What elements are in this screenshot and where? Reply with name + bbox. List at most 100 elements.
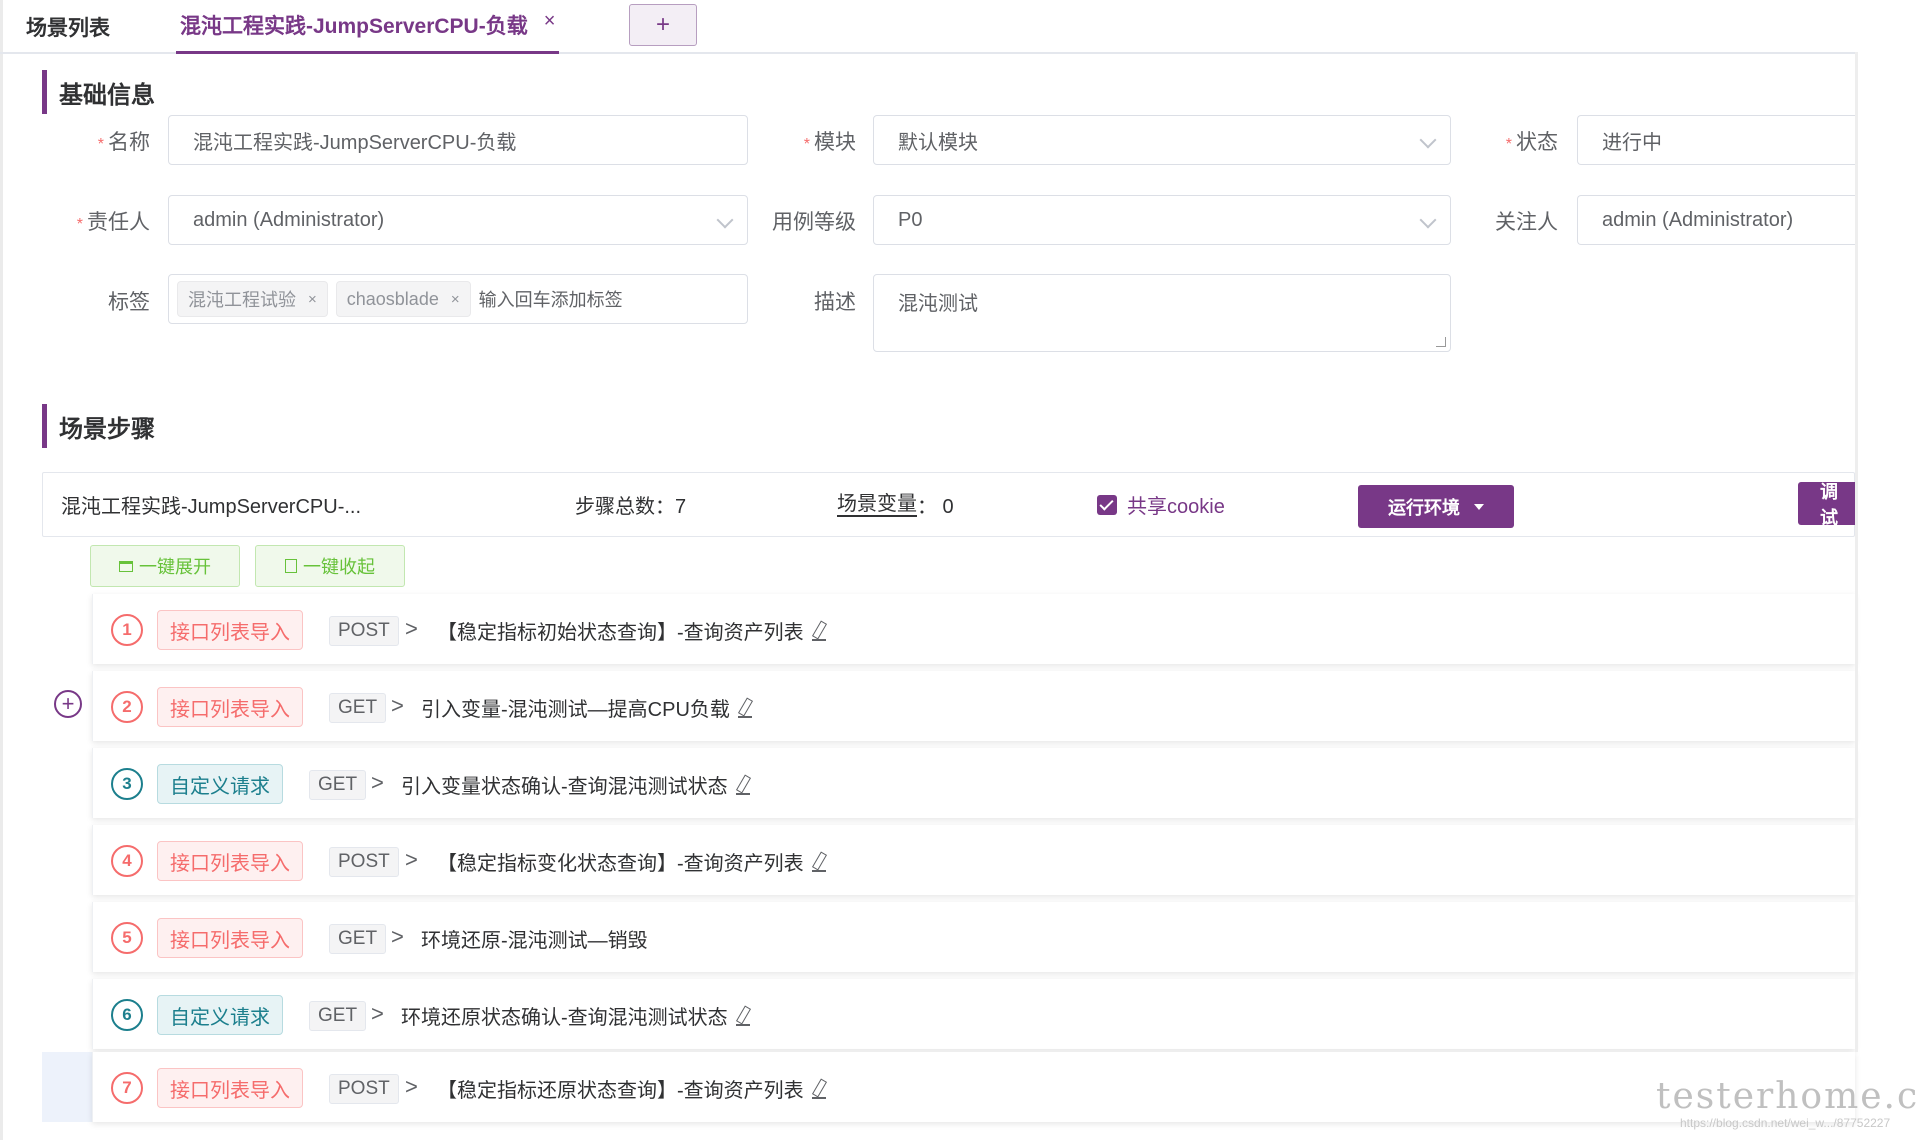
left-edge [0,0,3,1140]
step-number: 7 [111,1072,143,1104]
desc-label: 描述 [814,291,856,314]
share-cookie-checkbox[interactable]: 共享cookie [1097,473,1225,536]
tags-label: 标签 [108,291,150,314]
chevron-right-icon[interactable]: > [391,693,404,719]
step-name: 环境还原-混沌测试—销毁 [421,930,648,952]
method-badge: POST [329,847,399,877]
tab-active-scenario[interactable]: 混沌工程实践-JumpServerCPU-负载 × [176,10,560,54]
method-badge: POST [329,616,399,646]
add-step-icon[interactable]: + [54,690,82,718]
edit-icon[interactable] [735,775,750,795]
scenario-summary-bar: 混沌工程实践-JumpServerCPU-... 步骤总数：7 场景变量 ： 0… [42,472,1855,537]
scrollbar[interactable] [1855,52,1858,1052]
desc-textarea[interactable]: 混沌测试 [873,274,1451,352]
method-badge: POST [329,1074,399,1104]
chevron-right-icon[interactable]: > [371,770,384,796]
run-env-button[interactable]: 运行环境 [1358,485,1514,528]
edit-icon[interactable] [811,852,826,872]
summary-step-total: 步骤总数：7 [575,496,687,518]
follower-label: 关注人 [1495,211,1558,234]
section-basic-info: 基础信息 [42,70,155,114]
step-row[interactable]: 5 接口列表导入 GET > 环境还原-混沌测试—销毁 [92,902,1855,972]
desc-value: 混沌测试 [898,293,978,315]
tab-bar: 场景列表 混沌工程实践-JumpServerCPU-负载 × + [0,0,1855,54]
step-name: 【稳定指标初始状态查询】-查询资产列表 [437,616,826,645]
step-type-badge: 接口列表导入 [157,841,303,881]
expand-all-button[interactable]: 一键展开 [90,545,240,587]
folder-closed-icon [285,559,297,573]
step-number: 1 [111,614,143,646]
module-select[interactable]: 默认模块 [873,115,1451,165]
status-label: * 状态 [1505,131,1558,154]
row-highlight [42,1052,94,1122]
edit-icon[interactable] [735,1006,750,1026]
close-icon[interactable]: × [451,291,460,308]
edit-icon[interactable] [737,698,752,718]
step-row[interactable]: 3 自定义请求 GET > 引入变量状态确认-查询混沌测试状态 [92,748,1855,818]
chevron-right-icon[interactable]: > [371,1001,384,1027]
collapse-all-button[interactable]: 一键收起 [255,545,405,587]
method-badge: GET [329,924,387,954]
tag-chip: chaosblade × [335,281,471,317]
step-number: 5 [111,922,143,954]
status-select[interactable]: 进行中 [1577,115,1855,165]
edit-icon[interactable] [811,1079,826,1099]
tag-chip: 混沌工程试验 × [177,281,328,317]
owner-select[interactable]: admin (Administrator) [168,195,748,245]
method-badge: GET [309,770,367,800]
step-name: 【稳定指标还原状态查询】-查询资产列表 [437,1074,826,1103]
name-input[interactable]: 混沌工程实践-JumpServerCPU-负载 [168,115,748,165]
step-row[interactable]: 4 接口列表导入 POST > 【稳定指标变化状态查询】-查询资产列表 [92,825,1855,895]
watermark-url: https://blog.csdn.net/wei_w.../87752227 [1680,1116,1891,1130]
step-row[interactable]: 1 接口列表导入 POST > 【稳定指标初始状态查询】-查询资产列表 [92,594,1855,664]
step-row[interactable]: 6 自定义请求 GET > 环境还原状态确认-查询混沌测试状态 [92,979,1855,1049]
step-type-badge: 接口列表导入 [157,1068,303,1108]
chevron-right-icon[interactable]: > [391,924,404,950]
watermark: testerhome.com [1656,1076,1920,1117]
name-label: * 名称 [97,131,150,154]
owner-value: admin (Administrator) [193,208,385,231]
chevron-right-icon[interactable]: > [405,616,418,642]
tags-input[interactable]: 混沌工程试验 × chaosblade × 输入回车添加标签 [168,274,748,324]
step-type-badge: 自定义请求 [157,764,283,804]
step-type-badge: 接口列表导入 [157,687,303,727]
step-number: 2 [111,691,143,723]
add-tab-button[interactable]: + [629,4,697,46]
close-icon[interactable]: × [544,10,556,33]
module-value: 默认模块 [898,131,978,154]
chevron-down-icon [1419,211,1437,229]
step-number: 3 [111,768,143,800]
step-number: 6 [111,999,143,1031]
level-value: P0 [898,208,923,231]
level-select[interactable]: P0 [873,195,1451,245]
tag-input-placeholder[interactable]: 输入回车添加标签 [479,286,623,312]
caret-down-icon [1474,503,1484,510]
step-number: 4 [111,845,143,877]
scenario-variables-link[interactable]: 场景变量 [837,493,917,517]
summary-scenario-name: 混沌工程实践-JumpServerCPU-... [61,496,362,518]
tab-scenario-list[interactable]: 场景列表 [26,12,110,42]
resize-handle-icon[interactable] [1436,337,1446,347]
chevron-down-icon [1419,131,1437,149]
chevron-right-icon[interactable]: > [405,847,418,873]
step-name: 引入变量状态确认-查询混沌测试状态 [401,770,750,799]
module-label: * 模块 [803,131,856,154]
step-type-badge: 接口列表导入 [157,610,303,650]
step-name: 环境还原状态确认-查询混沌测试状态 [401,1001,750,1030]
edit-icon[interactable] [811,621,826,641]
method-badge: GET [309,1001,367,1031]
follower-select[interactable]: admin (Administrator) [1577,195,1855,245]
debug-button[interactable]: 调试 [1798,482,1855,528]
chevron-right-icon[interactable]: > [405,1074,418,1100]
step-row[interactable]: 2 接口列表导入 GET > 引入变量-混沌测试—提高CPU负载 [92,671,1855,741]
summary-variables[interactable]: 场景变量 ： 0 [837,473,954,536]
level-label: 用例等级 [772,211,856,234]
checkbox-checked-icon[interactable] [1097,494,1117,515]
step-name: 【稳定指标变化状态查询】-查询资产列表 [437,847,826,876]
scenario-editor-page: 场景列表 混沌工程实践-JumpServerCPU-负载 × + 基础信息 * 名… [0,0,1920,1140]
folder-open-icon [119,560,133,572]
method-badge: GET [329,693,387,723]
close-icon[interactable]: × [308,291,317,308]
plus-icon: + [655,11,670,38]
step-row[interactable]: 7 接口列表导入 POST > 【稳定指标还原状态查询】-查询资产列表 [92,1052,1855,1122]
